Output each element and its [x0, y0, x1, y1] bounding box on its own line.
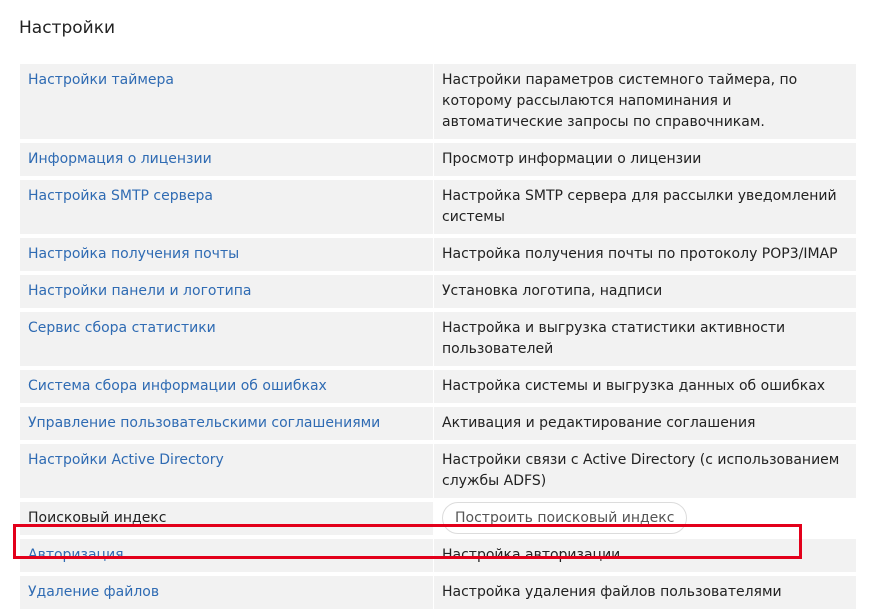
settings-name-cell: Настройки таймера: [20, 64, 433, 139]
statistics-service-link[interactable]: Сервис сбора статистики: [28, 320, 216, 336]
search-index-label: Поисковый индекс: [28, 510, 167, 526]
settings-description: Просмотр информации о лицензии: [434, 143, 856, 176]
panel-logo-settings-link[interactable]: Настройки панели и логотипа: [28, 283, 251, 299]
settings-row-mail-receive: Настройка получения почты Настройка полу…: [20, 238, 856, 271]
settings-row-user-agreements: Управление пользовательскими соглашениям…: [20, 407, 856, 440]
smtp-settings-link[interactable]: Настройка SMTP сервера: [28, 188, 213, 204]
settings-description: Настройки связи с Active Directory (с ис…: [434, 444, 856, 498]
settings-table: Настройки таймера Настройки параметров с…: [20, 64, 856, 613]
settings-description: Настройка системы и выгрузка данных об о…: [434, 370, 856, 403]
settings-row-authorization: Авторизация Настройка авторизации: [20, 539, 856, 572]
settings-name-cell: Система сбора информации об ошибках: [20, 370, 433, 403]
settings-action-cell: Построить поисковый индекс: [434, 502, 856, 535]
settings-description: Настройка и выгрузка статистики активнос…: [434, 312, 856, 366]
settings-row-statistics: Сервис сбора статистики Настройка и выгр…: [20, 312, 856, 366]
settings-description: Активация и редактирование соглашения: [434, 407, 856, 440]
settings-name-cell: Сервис сбора статистики: [20, 312, 433, 366]
timer-settings-link[interactable]: Настройки таймера: [28, 72, 174, 88]
settings-name-cell: Информация о лицензии: [20, 143, 433, 176]
settings-row-search-index: Поисковый индекс Построить поисковый инд…: [20, 502, 856, 535]
file-deletion-link[interactable]: Удаление файлов: [28, 584, 159, 600]
settings-row-file-deletion: Удаление файлов Настройка удаления файло…: [20, 576, 856, 609]
settings-description: Настройка SMTP сервера для рассылки увед…: [434, 180, 856, 234]
page-title: Настройки: [19, 18, 116, 38]
settings-description: Настройки параметров системного таймера,…: [434, 64, 856, 139]
build-search-index-button[interactable]: Построить поисковый индекс: [442, 502, 688, 534]
settings-name-cell: Поисковый индекс: [20, 502, 433, 535]
settings-name-cell: Управление пользовательскими соглашениям…: [20, 407, 433, 440]
settings-name-cell: Настройки панели и логотипа: [20, 275, 433, 308]
settings-row-error-reporting: Система сбора информации об ошибках Наст…: [20, 370, 856, 403]
settings-row-active-directory: Настройки Active Directory Настройки свя…: [20, 444, 856, 498]
settings-name-cell: Настройка получения почты: [20, 238, 433, 271]
active-directory-settings-link[interactable]: Настройки Active Directory: [28, 452, 224, 468]
settings-description: Настройка удаления файлов пользователями: [434, 576, 856, 609]
settings-name-cell: Удаление файлов: [20, 576, 433, 609]
settings-description: Настройка авторизации: [434, 539, 856, 572]
settings-name-cell: Настройка SMTP сервера: [20, 180, 433, 234]
settings-row-license: Информация о лицензии Просмотр информаци…: [20, 143, 856, 176]
settings-name-cell: Авторизация: [20, 539, 433, 572]
settings-row-smtp: Настройка SMTP сервера Настройка SMTP се…: [20, 180, 856, 234]
settings-description: Настройка получения почты по протоколу P…: [434, 238, 856, 271]
settings-row-panel-logo: Настройки панели и логотипа Установка ло…: [20, 275, 856, 308]
settings-row-timer: Настройки таймера Настройки параметров с…: [20, 64, 856, 139]
settings-name-cell: Настройки Active Directory: [20, 444, 433, 498]
user-agreements-link[interactable]: Управление пользовательскими соглашениям…: [28, 415, 380, 431]
error-reporting-link[interactable]: Система сбора информации об ошибках: [28, 378, 327, 394]
mail-receive-settings-link[interactable]: Настройка получения почты: [28, 246, 239, 262]
settings-description: Установка логотипа, надписи: [434, 275, 856, 308]
license-info-link[interactable]: Информация о лицензии: [28, 151, 212, 167]
